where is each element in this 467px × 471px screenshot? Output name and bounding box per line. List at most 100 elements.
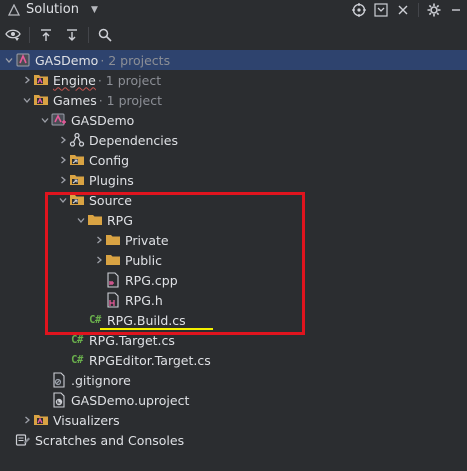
tree-item--gitignore[interactable]: .gitignore — [0, 370, 467, 390]
folder-project-icon — [33, 72, 49, 88]
chevron-down-icon: ▼ — [90, 4, 98, 15]
tree-item-rpg-cpp[interactable]: RPG.cpp — [0, 270, 467, 290]
tree-item-gasdemo[interactable]: GASDemo — [0, 110, 467, 130]
toolbar-divider — [29, 27, 30, 43]
header-file-icon — [105, 292, 121, 308]
folder-icon — [105, 232, 121, 248]
tree-item-games[interactable]: Games · 1 project — [0, 90, 467, 110]
tree-item-label: RPG.Build.cs — [107, 312, 186, 328]
tree-item-rpg-h[interactable]: RPG.h — [0, 290, 467, 310]
expand-down-icon[interactable] — [59, 22, 85, 48]
solution-title-dropdown[interactable]: Solution ▼ — [0, 0, 98, 19]
gitignore-file-icon — [51, 372, 67, 388]
chevron-right-icon[interactable] — [57, 130, 69, 150]
tree-item-label: Public — [125, 252, 162, 268]
csharp-file-icon: C# — [71, 354, 83, 366]
tree-item-label: .gitignore — [71, 372, 131, 388]
chevron-down-icon[interactable] — [75, 210, 87, 230]
folder-project-icon — [33, 412, 49, 428]
csharp-file-icon: C# — [89, 314, 101, 326]
project-count: · 1 project — [98, 92, 162, 108]
tree-item-label: Engine — [53, 72, 96, 88]
folder-icon — [87, 212, 103, 228]
settings-icon[interactable] — [423, 0, 445, 19]
tree-item-label: RPG.Target.cs — [89, 332, 175, 348]
folder-link-icon — [69, 192, 85, 208]
chevron-down-icon[interactable] — [57, 190, 69, 210]
header-divider — [418, 2, 419, 17]
tree-item-gasdemo-uproject[interactable]: GASDemo.uproject — [0, 390, 467, 410]
expand-up-icon[interactable] — [33, 22, 59, 48]
tree-item-label: GASDemo — [35, 52, 99, 68]
tree-item-visualizers[interactable]: Visualizers — [0, 410, 467, 430]
csharp-file-icon: C# — [71, 334, 83, 346]
tree-item-config[interactable]: Config — [0, 150, 467, 170]
target-icon[interactable] — [348, 0, 370, 19]
chevron-down-icon[interactable] — [39, 110, 51, 130]
tree-item-label: Visualizers — [53, 412, 120, 428]
chevron-right-icon[interactable] — [57, 150, 69, 170]
dependencies-icon — [69, 132, 85, 148]
folder-link-icon — [69, 152, 85, 168]
tree-item-scratches-and-consoles[interactable]: Scratches and Consoles — [0, 430, 467, 450]
chevron-right-icon[interactable] — [57, 170, 69, 190]
project-count: · 1 project — [97, 72, 162, 88]
tree-item-rpg-build-cs[interactable]: C# RPG.Build.cs — [0, 310, 467, 330]
uproject-file-icon — [51, 392, 67, 408]
chevron-right-icon[interactable] — [21, 70, 33, 90]
tree-item-label: RPG.cpp — [125, 272, 178, 288]
tree-item-label: Dependencies — [89, 132, 178, 148]
chevron-right-icon[interactable] — [93, 230, 105, 250]
tree-item-dependencies[interactable]: Dependencies — [0, 130, 467, 150]
tree-item-rpgeditor-target-cs[interactable]: C# RPGEditor.Target.cs — [0, 350, 467, 370]
folder-link-icon — [69, 172, 85, 188]
tree-item-label: GASDemo — [71, 112, 135, 128]
project-icon — [51, 112, 67, 128]
tree-item-rpg[interactable]: RPG — [0, 210, 467, 230]
search-icon[interactable] — [92, 22, 118, 48]
tree-item-engine[interactable]: Engine · 1 project — [0, 70, 467, 90]
tree-item-label: Source — [89, 192, 132, 208]
folder-project-icon — [33, 92, 49, 108]
tree-item-public[interactable]: Public — [0, 250, 467, 270]
chevron-down-icon[interactable] — [3, 50, 15, 70]
folder-icon — [105, 252, 121, 268]
tree-item-rpg-target-cs[interactable]: C# RPG.Target.cs — [0, 330, 467, 350]
tree-item-label: RPG — [107, 212, 133, 228]
tree-item-label: RPGEditor.Target.cs — [89, 352, 211, 368]
tree-item-label: Plugins — [89, 172, 134, 188]
tree-item-label: Private — [125, 232, 169, 248]
project-count: · 2 projects — [100, 52, 171, 68]
tree-item-label: GASDemo.uproject — [71, 392, 190, 408]
tool-window-header: Solution ▼ — [0, 0, 467, 19]
highlight-underline — [100, 328, 213, 330]
scratches-icon — [15, 432, 31, 448]
chevron-right-icon[interactable] — [21, 410, 33, 430]
chevron-down-icon[interactable] — [21, 90, 33, 110]
cpp-file-icon — [105, 272, 121, 288]
minimize-icon[interactable] — [445, 0, 467, 19]
eye-filter-icon[interactable] — [0, 22, 26, 48]
solution-view-icon — [8, 3, 20, 16]
solution-icon — [15, 52, 31, 68]
tree-item-label: Config — [89, 152, 130, 168]
tree-item-source[interactable]: Source — [0, 190, 467, 210]
tree-item-label: Games — [53, 92, 97, 108]
collapse-all-icon[interactable] — [370, 0, 392, 19]
close-icon[interactable] — [392, 0, 414, 19]
header-title: Solution — [26, 2, 79, 17]
toolbar-divider — [88, 27, 89, 43]
tree-item-gasdemo[interactable]: GASDemo · 2 projects — [0, 50, 467, 70]
tree-item-private[interactable]: Private — [0, 230, 467, 250]
solution-toolbar — [0, 22, 467, 48]
tree-item-plugins[interactable]: Plugins — [0, 170, 467, 190]
chevron-right-icon[interactable] — [93, 250, 105, 270]
